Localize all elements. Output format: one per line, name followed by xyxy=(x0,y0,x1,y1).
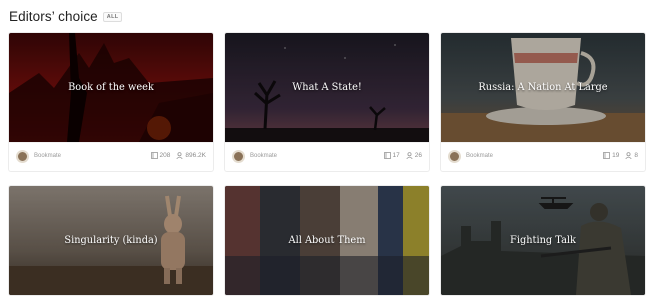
shelf-card-all-about-them[interactable]: All About Them xyxy=(225,186,429,295)
publisher-avatar[interactable] xyxy=(448,150,461,163)
shelf-card-book-of-the-week[interactable]: Book of the week Bookmate 208 896.2K xyxy=(9,33,213,171)
followers-count: 8 xyxy=(625,152,638,159)
card-stats: 208 896.2K xyxy=(145,152,206,159)
card-title: Russia: A Nation At Large xyxy=(478,82,608,93)
card-cover-image[interactable]: What A State! xyxy=(225,33,429,142)
card-stats: 19 8 xyxy=(597,152,638,159)
followers-count: 26 xyxy=(406,152,422,159)
followers-count-value: 26 xyxy=(414,152,422,159)
card-footer: Bookmate 17 26 xyxy=(225,142,429,171)
shelf-card-russia-a-nation-at-large[interactable]: Russia: A Nation At Large Bookmate 19 8 xyxy=(441,33,645,171)
card-cover-image[interactable]: Singularity (kinda) xyxy=(9,186,213,295)
books-count: 19 xyxy=(603,152,619,159)
followers-count-value: 8 xyxy=(634,152,638,159)
user-icon xyxy=(625,152,632,159)
shelf-card-fighting-talk[interactable]: Fighting Talk xyxy=(441,186,645,295)
card-footer: Bookmate 19 8 xyxy=(441,142,645,171)
books-count-value: 19 xyxy=(612,152,620,159)
card-cover-image[interactable]: Book of the week xyxy=(9,33,213,142)
card-cover-image[interactable]: Russia: A Nation At Large xyxy=(441,33,645,142)
publisher-name[interactable]: Bookmate xyxy=(466,153,493,159)
card-cover-image[interactable]: All About Them xyxy=(225,186,429,295)
card-title: Book of the week xyxy=(68,82,154,93)
books-count-value: 17 xyxy=(392,152,400,159)
publisher-name[interactable]: Bookmate xyxy=(250,153,277,159)
card-title: What A State! xyxy=(292,82,362,93)
followers-count: 896.2K xyxy=(176,152,206,159)
section-header: Editors’ choice ALL xyxy=(9,7,123,25)
card-cover-image[interactable]: Fighting Talk xyxy=(441,186,645,295)
user-icon xyxy=(406,152,413,159)
books-count: 208 xyxy=(150,152,171,159)
card-stats: 17 26 xyxy=(378,152,422,159)
followers-count-value: 896.2K xyxy=(185,152,206,159)
books-count: 17 xyxy=(383,152,400,159)
card-title: Fighting Talk xyxy=(510,235,576,246)
shelf-card-what-a-state[interactable]: What A State! Bookmate 17 26 xyxy=(225,33,429,171)
book-icon xyxy=(383,152,391,159)
all-link[interactable]: ALL xyxy=(102,11,123,22)
card-title: Singularity (kinda) xyxy=(64,235,158,246)
publisher-avatar[interactable] xyxy=(232,150,245,163)
card-footer: Bookmate 208 896.2K xyxy=(9,142,213,171)
book-icon xyxy=(150,152,158,159)
publisher-name[interactable]: Bookmate xyxy=(34,153,61,159)
shelf-card-singularity-kinda[interactable]: Singularity (kinda) xyxy=(9,186,213,295)
book-icon xyxy=(603,152,611,159)
publisher-avatar[interactable] xyxy=(16,150,29,163)
user-icon xyxy=(176,152,183,159)
card-title: All About Them xyxy=(288,235,366,246)
books-count-value: 208 xyxy=(159,152,171,159)
section-title: Editors’ choice xyxy=(9,8,98,24)
